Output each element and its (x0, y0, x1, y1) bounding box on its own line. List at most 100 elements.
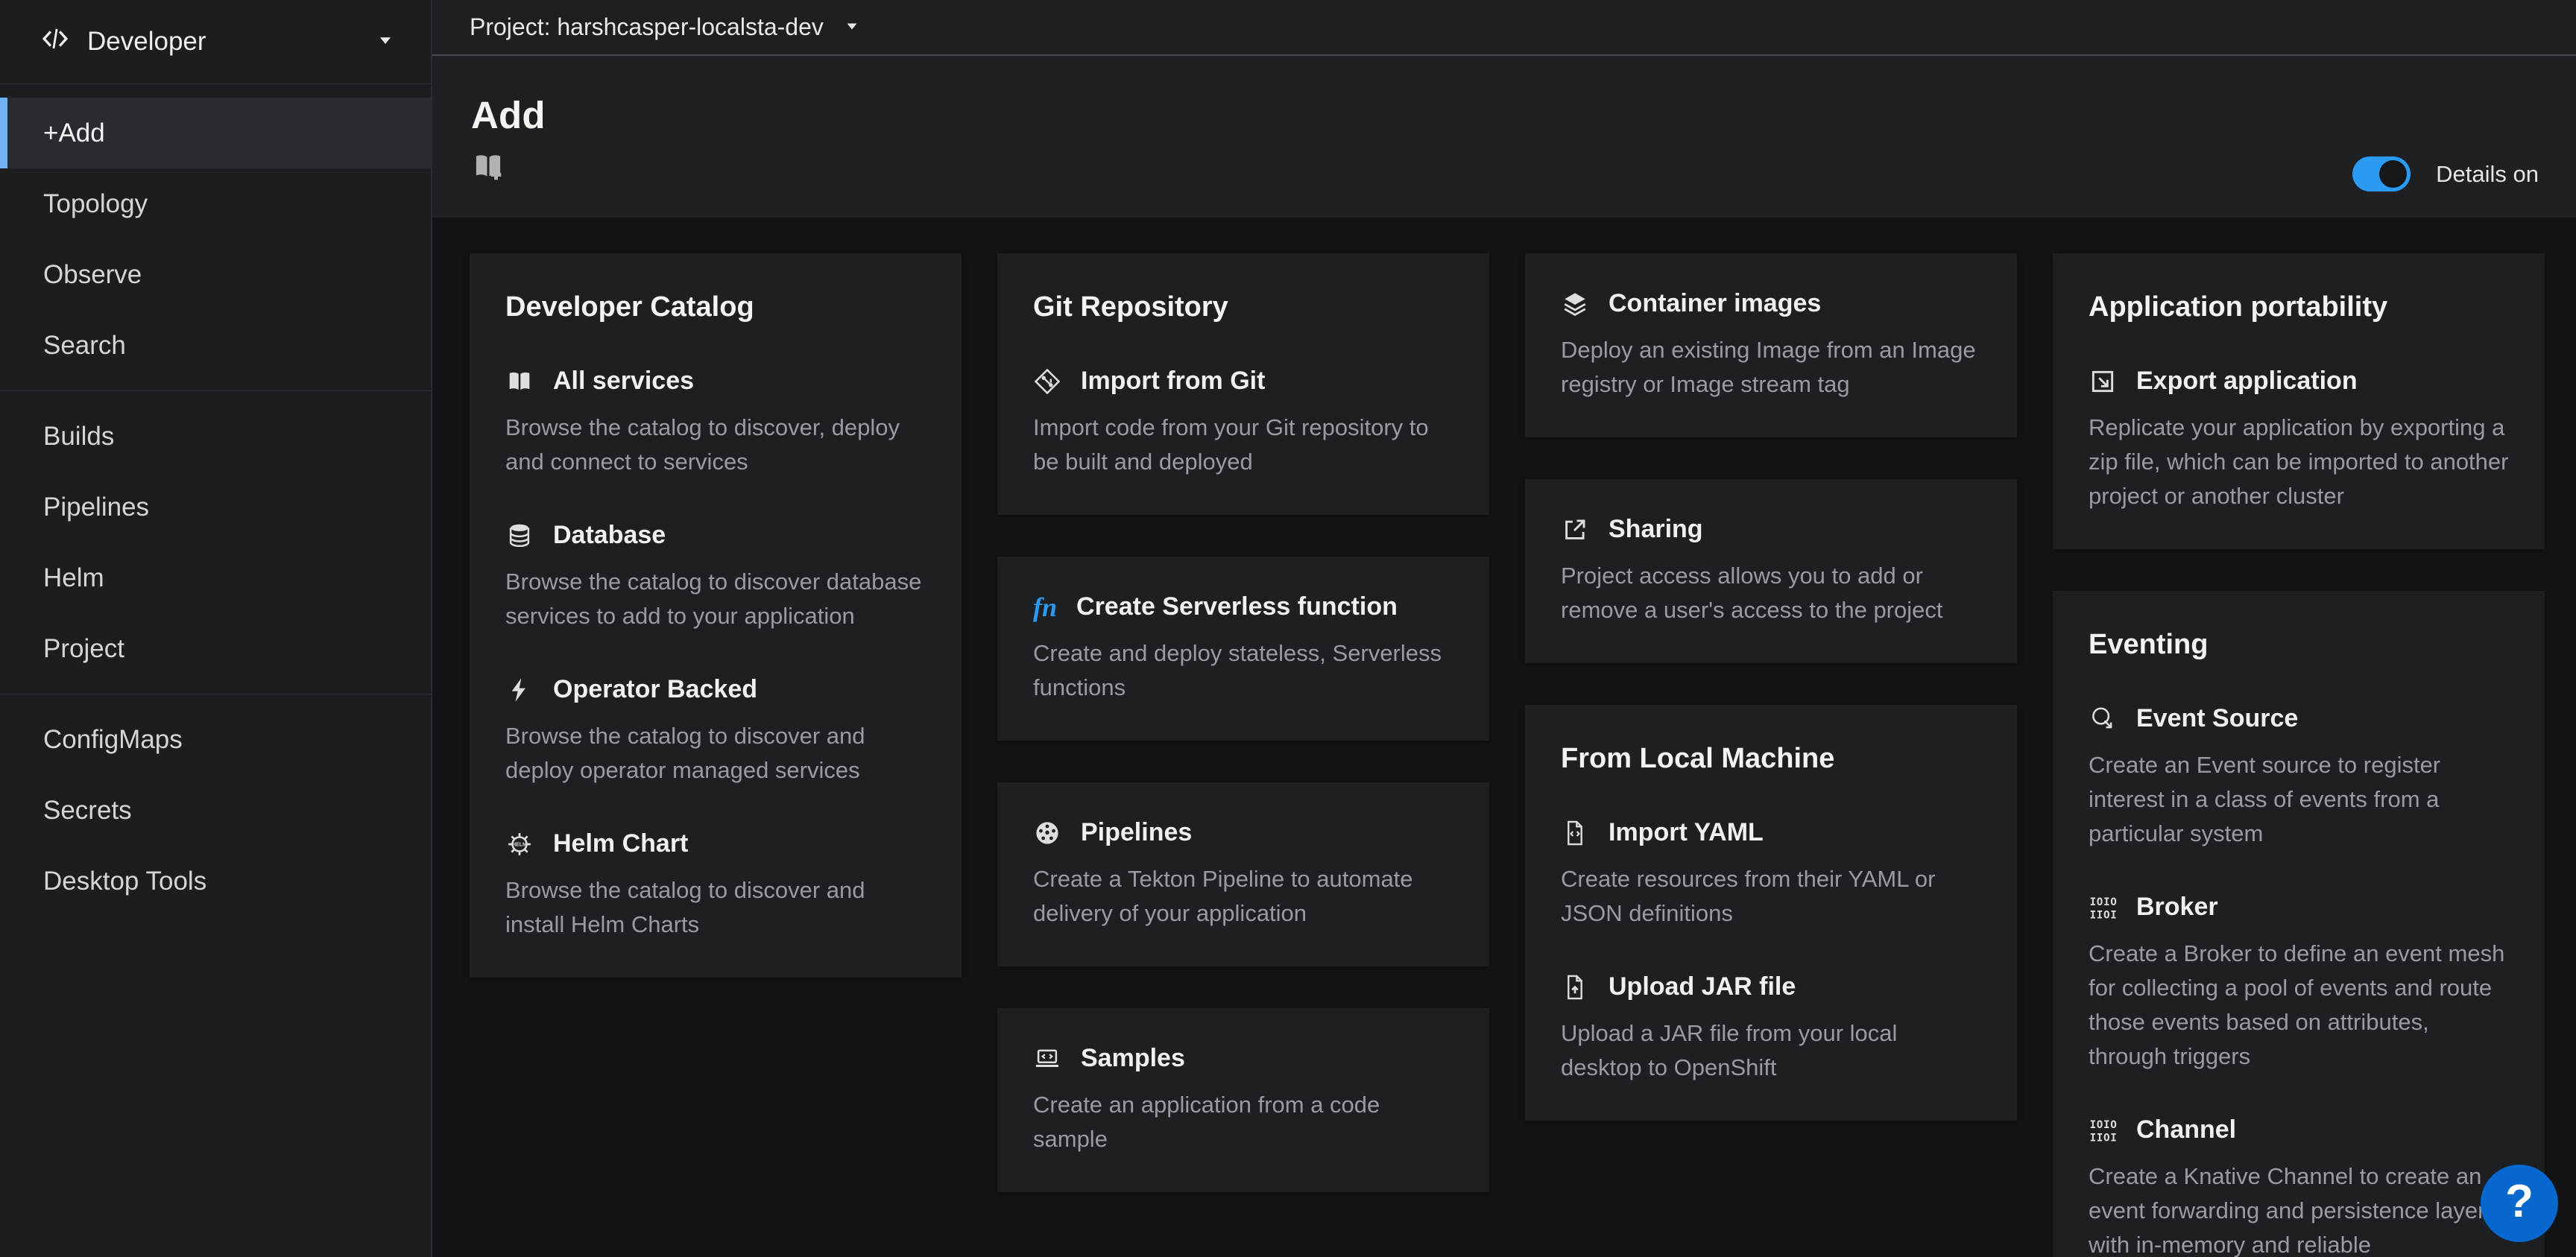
laptop-code-icon (1033, 1045, 1061, 1073)
binary-icon: IOIOIIOII (2089, 893, 2117, 922)
card-item-operator-backed[interactable]: Operator BackedBrowse the catalog to dis… (505, 675, 926, 788)
card-from-local-machine[interactable]: From Local Machine Import YAML Create reso… (1525, 705, 2017, 1121)
card-item-import-from-git[interactable]: Import from GitImport code from your Git… (1033, 367, 1453, 479)
card-title: From Local Machine (1561, 741, 1981, 776)
page-title: Add (471, 93, 2539, 137)
svg-text:IIOII: IIOII (2090, 1132, 2117, 1144)
sidebar-item-search[interactable]: Search (0, 310, 431, 381)
sidebar-item-helm[interactable]: Helm (0, 542, 431, 613)
card-item-description: Browse the catalog to discover database … (505, 565, 926, 633)
card-item-title[interactable]: Pipelines (1081, 818, 1192, 847)
details-toggle-group: Details on (2352, 156, 2539, 191)
svg-text:IOIO: IOIO (2090, 896, 2117, 908)
file-upload-icon (1561, 973, 1589, 1001)
sidebar-item-desktop-tools[interactable]: Desktop Tools (0, 846, 431, 916)
switch-knob (2379, 160, 2407, 188)
nav-group-divider (0, 390, 431, 391)
card-samples[interactable]: Samples Create an application from a code… (997, 1008, 1489, 1192)
sidebar-item-configmaps[interactable]: ConfigMaps (0, 704, 431, 775)
svg-text:IOIO: IOIO (2090, 1118, 2117, 1130)
card-item-import-yaml[interactable]: Import YAML Create resources from their Y… (1561, 818, 1981, 931)
sidebar-item-builds[interactable]: Builds (0, 401, 431, 472)
sidebar: Developer +AddTopologyObserveSearch Build… (0, 0, 432, 1257)
card-item-title[interactable]: Import from Git (1081, 367, 1265, 396)
card-title: Application portability (2089, 289, 2509, 325)
card-item-title[interactable]: Database (553, 521, 666, 550)
card-item-title[interactable]: Container images (1609, 289, 1821, 318)
git-icon (1033, 367, 1061, 396)
card-eventing[interactable]: Eventing Event Source Create an Event sour… (2053, 591, 2545, 1257)
app-window: Developer +AddTopologyObserveSearch Build… (0, 0, 2576, 1257)
database-icon (505, 522, 534, 550)
card-title: Developer Catalog (505, 289, 926, 325)
card-item-all-services[interactable]: All services Browse the catalog to discov… (505, 367, 926, 479)
card-item-title[interactable]: Import YAML (1609, 818, 1764, 847)
card-item-title[interactable]: Broker (2136, 893, 2218, 922)
card-git-repository[interactable]: Git RepositoryImport from GitImport code… (997, 253, 1489, 515)
event-source-icon (2089, 705, 2117, 733)
card-item-description: Create an Event source to register inter… (2089, 748, 2509, 851)
card-item-create-serverless-function[interactable]: fnCreate Serverless functionCreate and d… (1033, 592, 1453, 705)
project-selector-label: Project: harshcasper-localsta-dev (470, 13, 824, 41)
card-item-event-source[interactable]: Event Source Create an Event source to re… (2089, 704, 2509, 851)
card-column-1: Developer Catalog All services Browse the … (470, 253, 962, 978)
card-item-export-application[interactable]: Export application Replicate your applica… (2089, 367, 2509, 513)
book-plus-icon[interactable] (471, 149, 505, 186)
card-item-upload-jar-file[interactable]: Upload JAR fileUpload a JAR file from yo… (1561, 972, 1981, 1085)
card-item-channel[interactable]: IOIOIIOIIChannelCreate a Knative Channel… (2089, 1115, 2509, 1257)
card-item-title[interactable]: Sharing (1609, 515, 1703, 544)
card-column-3: Container imagesDeploy an existing Image… (1525, 253, 2017, 1121)
sidebar-item-secrets[interactable]: Secrets (0, 775, 431, 846)
details-switch[interactable] (2352, 156, 2411, 191)
card-item-title[interactable]: Upload JAR file (1609, 972, 1796, 1001)
perspective-switcher[interactable]: Developer (0, 0, 431, 84)
card-item-title[interactable]: Create Serverless function (1076, 592, 1398, 621)
svg-text:HELM: HELM (512, 842, 527, 847)
card-item-pipelines[interactable]: PipelinesCreate a Tekton Pipeline to aut… (1033, 818, 1453, 931)
card-item-title[interactable]: Export application (2136, 367, 2358, 396)
export-icon (2089, 367, 2117, 396)
card-column-4: Application portability Export applicatio… (2053, 253, 2545, 1257)
card-item-title[interactable]: Samples (1081, 1044, 1185, 1073)
card-pipelines[interactable]: PipelinesCreate a Tekton Pipeline to aut… (997, 782, 1489, 966)
card-item-broker[interactable]: IOIOIIOIIBrokerCreate a Broker to define… (2089, 893, 2509, 1074)
book-open-icon (505, 367, 534, 396)
page-header: Add Details on (432, 56, 2576, 218)
card-item-database[interactable]: Database Browse the catalog to discover d… (505, 521, 926, 633)
bolt-icon (505, 676, 534, 704)
card-title: Eventing (2089, 627, 2509, 662)
sidebar-item-pipelines[interactable]: Pipelines (0, 472, 431, 542)
card-application-portability[interactable]: Application portability Export applicatio… (2053, 253, 2545, 549)
card-item-description: Replicate your application by exporting … (2089, 411, 2509, 513)
card-item-description: Create an application from a code sample (1033, 1088, 1453, 1156)
card-item-description: Browse the catalog to discover, deploy a… (505, 411, 926, 479)
helm-icon: HELM (505, 830, 534, 858)
sidebar-item-observe[interactable]: Observe (0, 239, 431, 310)
sidebar-item-project[interactable]: Project (0, 613, 431, 684)
card-developer-catalog[interactable]: Developer Catalog All services Browse the … (470, 253, 962, 978)
card-container-images[interactable]: Container imagesDeploy an existing Image… (1525, 253, 2017, 437)
project-selector[interactable]: Project: harshcasper-localsta-dev (470, 13, 861, 41)
card-item-title[interactable]: Channel (2136, 1115, 2236, 1144)
card-item-samples[interactable]: Samples Create an application from a code… (1033, 1044, 1453, 1156)
tekton-icon (1033, 819, 1061, 847)
card-create-serverless-function[interactable]: fnCreate Serverless functionCreate and d… (997, 557, 1489, 741)
card-item-container-images[interactable]: Container imagesDeploy an existing Image… (1561, 289, 1981, 402)
fn-icon: fn (1033, 593, 1057, 621)
card-item-title[interactable]: Event Source (2136, 704, 2298, 733)
main-area: Project: harshcasper-localsta-dev Add De… (432, 0, 2576, 1257)
card-item-sharing[interactable]: SharingProject access allows you to add … (1561, 515, 1981, 627)
card-item-title[interactable]: Helm Chart (553, 829, 688, 858)
sidebar-item-add[interactable]: +Add (0, 98, 431, 168)
file-code-icon (1561, 819, 1589, 847)
help-button[interactable]: ? (2481, 1165, 2558, 1242)
card-item-title[interactable]: All services (553, 367, 694, 396)
svg-text:IIOII: IIOII (2090, 909, 2117, 921)
sidebar-item-topology[interactable]: Topology (0, 168, 431, 239)
card-item-title[interactable]: Operator Backed (553, 675, 757, 704)
card-sharing[interactable]: SharingProject access allows you to add … (1525, 479, 2017, 663)
card-item-helm-chart[interactable]: HELMHelm ChartBrowse the catalog to disc… (505, 829, 926, 942)
help-button-label: ? (2505, 1175, 2534, 1228)
card-item-description: Create resources from their YAML or JSON… (1561, 862, 1981, 931)
code-icon (40, 23, 71, 61)
